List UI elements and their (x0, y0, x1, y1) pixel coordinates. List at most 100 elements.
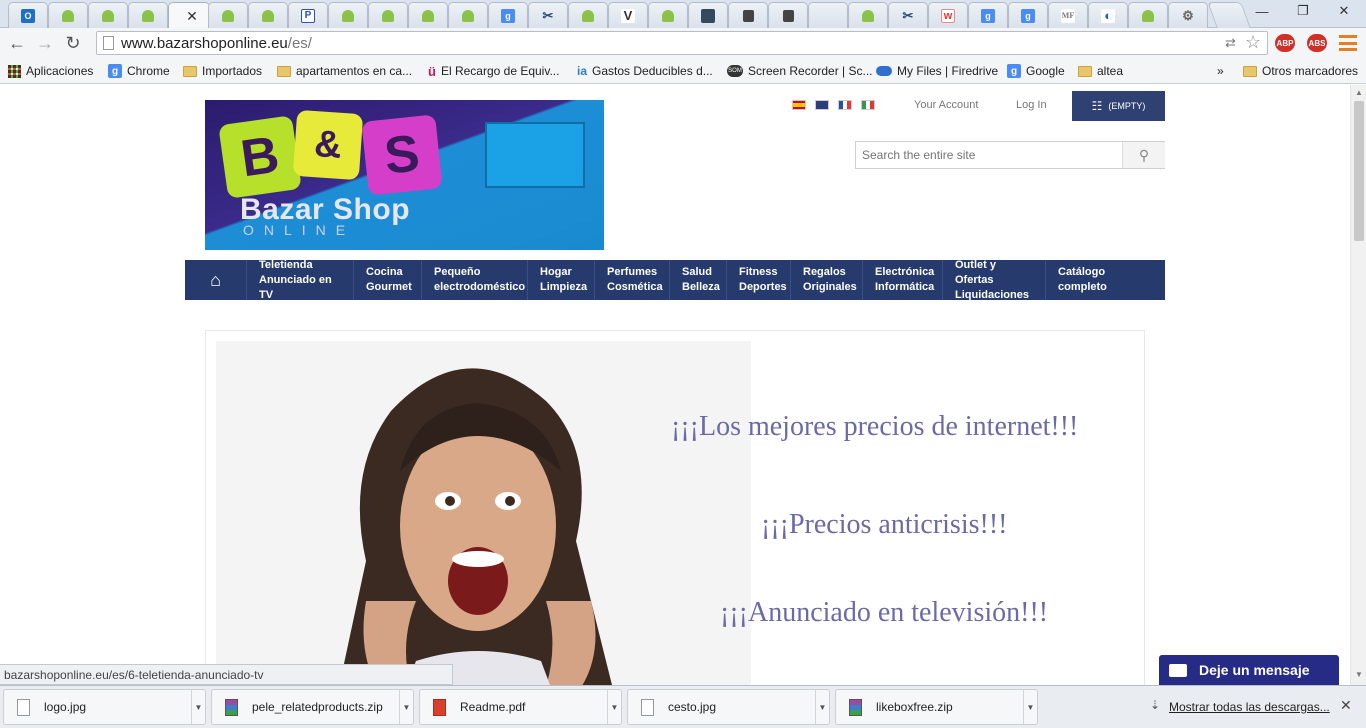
promo-banner[interactable]: ¡¡¡Los mejores precios de internet!!! ¡¡… (205, 330, 1145, 685)
browser-tab[interactable] (808, 2, 848, 28)
bookmark-item[interactable]: My Files | Firedrive (876, 62, 998, 80)
browser-tab[interactable]: ✕ (168, 2, 210, 29)
browser-tab[interactable] (88, 2, 128, 28)
browser-tab[interactable] (408, 2, 448, 28)
scroll-up-icon[interactable]: ▲ (1355, 88, 1363, 97)
nav-menu-line-1: Electrónica (875, 266, 935, 278)
nav-menu-item[interactable]: Fitness Deportes (727, 260, 791, 300)
browser-tab[interactable]: MF (1048, 2, 1088, 28)
bookmark-item[interactable]: altea (1078, 62, 1123, 80)
browser-tab[interactable] (448, 2, 488, 28)
download-item[interactable]: cesto.jpg ▼ (627, 689, 830, 725)
chat-widget-button[interactable]: Deje un mensaje (1159, 655, 1339, 685)
download-menu-icon[interactable]: ▼ (815, 690, 829, 724)
address-bar[interactable]: www.bazarshoponline.eu/es/ ⇄ ☆ (96, 31, 1268, 55)
download-menu-icon[interactable]: ▼ (191, 690, 205, 724)
bazar-shop-logo[interactable]: B & S Bazar Shop ONLINE (205, 100, 604, 250)
your-account-link[interactable]: Your Account (914, 99, 978, 111)
browser-toolbar: ← → ↻ www.bazarshoponline.eu/es/ ⇄ ☆ ABP… (0, 28, 1366, 58)
nav-menu-item[interactable]: Pequeño electrodoméstico (422, 260, 528, 300)
browser-tab[interactable]: g (1008, 2, 1048, 28)
translate-icon[interactable]: ⇄ (1225, 35, 1236, 51)
search-icon[interactable]: ⚲ (1122, 142, 1165, 168)
browser-tab[interactable]: V (608, 2, 648, 28)
bookmark-item[interactable]: apartamentos en ca... (277, 62, 412, 80)
bookmark-item[interactable]: g Google (1007, 62, 1065, 80)
flag-it-icon[interactable] (861, 100, 875, 110)
log-in-link[interactable]: Log In (1016, 99, 1047, 111)
flag-es-icon[interactable] (792, 100, 806, 110)
browser-tab[interactable]: w (928, 2, 968, 28)
browser-tab[interactable]: g (968, 2, 1008, 28)
android-icon (1142, 9, 1154, 22)
nav-menu-item[interactable]: Salud Belleza (670, 260, 727, 300)
nav-menu-item[interactable]: Regalos Originales (791, 260, 863, 300)
more-bookmarks-button[interactable]: » (1217, 62, 1224, 80)
bookmark-star-icon[interactable]: ☆ (1245, 32, 1261, 53)
cart-button[interactable]: ☷ (EMPTY) (1072, 91, 1165, 121)
browser-tab[interactable]: ◐ (1088, 2, 1128, 28)
browser-tab[interactable] (648, 2, 688, 28)
browser-tab[interactable] (328, 2, 368, 28)
download-item[interactable]: likeboxfree.zip ▼ (835, 689, 1038, 725)
browser-tab[interactable] (848, 2, 888, 28)
bookmark-item[interactable]: ü El Recargo de Equiv... (428, 62, 559, 80)
browser-tab[interactable] (48, 2, 88, 28)
nav-menu-item[interactable]: Perfumes Cosmética (595, 260, 670, 300)
restore-icon[interactable]: ❐ (1289, 0, 1317, 22)
scrollbar-thumb[interactable] (1354, 101, 1364, 241)
flag-fr-icon[interactable] (838, 100, 852, 110)
browser-tab[interactable] (1128, 2, 1168, 28)
vertical-scrollbar[interactable]: ▲ ▼ (1350, 85, 1366, 685)
nav-menu-item[interactable]: Cocina Gourmet (354, 260, 422, 300)
adblock-plus-icon[interactable]: ABP (1275, 34, 1295, 52)
bookmark-item[interactable]: ia Gastos Deducibles d... (577, 62, 713, 80)
download-item[interactable]: pele_relatedproducts.zip ▼ (211, 689, 414, 725)
minimize-icon[interactable]: — (1248, 0, 1276, 22)
nav-menu-item[interactable]: Catálogo completo (1046, 260, 1165, 300)
download-menu-icon[interactable]: ▼ (607, 690, 621, 724)
scroll-down-icon[interactable]: ▼ (1355, 670, 1363, 679)
download-menu-icon[interactable]: ▼ (399, 690, 413, 724)
browser-tab[interactable] (568, 2, 608, 28)
close-icon[interactable]: ✕ (186, 8, 198, 25)
browser-tab[interactable]: ⚙ (1168, 2, 1208, 28)
nav-menu-item[interactable]: Electrónica Informática (863, 260, 943, 300)
nav-menu-item[interactable]: Hogar Limpieza (528, 260, 595, 300)
forward-icon[interactable]: → (34, 32, 56, 54)
browser-tab[interactable] (368, 2, 408, 28)
bookmark-item[interactable]: Aplicaciones (8, 62, 93, 80)
close-shelf-icon[interactable]: ✕ (1340, 697, 1352, 714)
browser-tab[interactable] (688, 2, 728, 28)
flag-uk-icon[interactable] (815, 100, 829, 110)
search-input[interactable] (856, 142, 1122, 168)
browser-tab[interactable] (248, 2, 288, 28)
browser-tab[interactable]: ✂ (888, 2, 928, 28)
browser-tab[interactable]: g (488, 2, 528, 28)
download-item[interactable]: Readme.pdf ▼ (419, 689, 622, 725)
browser-tab[interactable]: ✂ (528, 2, 568, 28)
home-icon[interactable]: ⌂ (185, 260, 247, 300)
nav-menu-item[interactable]: Teletienda Anunciado en TV (247, 259, 354, 301)
show-all-downloads-link[interactable]: Mostrar todas las descargas... (1169, 700, 1330, 714)
browser-tab[interactable]: P (288, 2, 328, 28)
bookmark-item[interactable]: g Chrome (108, 62, 170, 80)
download-item[interactable]: logo.jpg ▼ (3, 689, 206, 725)
nav-menu-item[interactable]: Outlet y Ofertas Liquidaciones (943, 259, 1046, 301)
bookmark-item[interactable]: Importados (183, 62, 262, 80)
bookmark-item[interactable]: SOM Screen Recorder | Sc... (727, 62, 873, 80)
back-icon[interactable]: ← (6, 32, 28, 54)
download-menu-icon[interactable]: ▼ (1023, 690, 1037, 724)
browser-tab[interactable] (128, 2, 168, 28)
other-bookmarks-button[interactable]: Otros marcadores (1243, 62, 1358, 80)
browser-tab[interactable] (768, 2, 808, 28)
window-close-icon[interactable]: ✕ (1330, 0, 1358, 22)
menu-icon[interactable] (1339, 35, 1357, 51)
cart-label: (EMPTY) (1108, 101, 1146, 111)
browser-tab[interactable] (208, 2, 248, 28)
browser-tab[interactable] (728, 2, 768, 28)
reload-icon[interactable]: ↻ (62, 32, 84, 54)
new-tab-button[interactable] (1207, 2, 1251, 28)
browser-tab[interactable]: O (8, 2, 48, 28)
adblock-icon[interactable]: ABS (1307, 34, 1327, 52)
